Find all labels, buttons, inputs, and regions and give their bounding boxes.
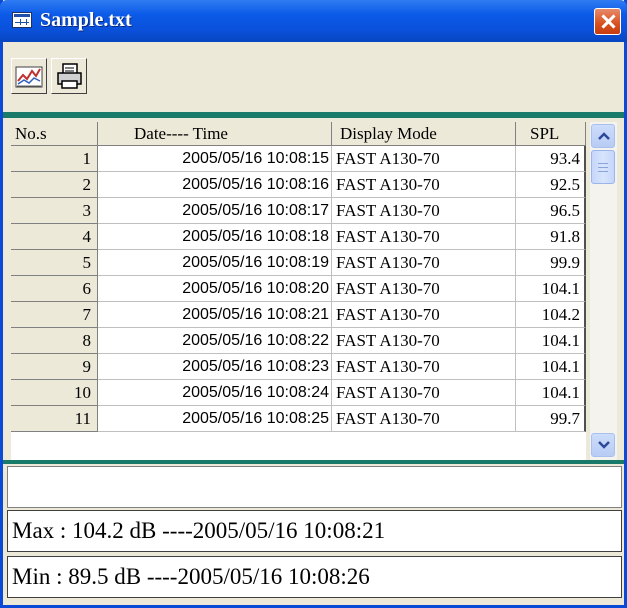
- cell-no[interactable]: 3: [11, 198, 98, 224]
- table-icon: [12, 12, 32, 28]
- cell-datetime[interactable]: 2005/05/16 10:08:23: [98, 354, 332, 380]
- cell-datetime[interactable]: 2005/05/16 10:08:21: [98, 302, 332, 328]
- cell-no[interactable]: 8: [11, 328, 98, 354]
- table-row[interactable]: 9 2005/05/16 10:08:23 FAST A130-70 104.1: [11, 354, 586, 380]
- print-button[interactable]: [51, 58, 87, 94]
- empty-info-line: [7, 466, 622, 508]
- cell-no[interactable]: 1: [11, 146, 98, 172]
- cell-spl[interactable]: 99.7: [516, 406, 586, 432]
- cell-datetime[interactable]: 2005/05/16 10:08:25: [98, 406, 332, 432]
- scroll-up-button[interactable]: [591, 124, 615, 148]
- cell-mode[interactable]: FAST A130-70: [332, 146, 516, 172]
- cell-datetime[interactable]: 2005/05/16 10:08:18: [98, 224, 332, 250]
- cell-spl[interactable]: 96.5: [516, 198, 586, 224]
- table-row[interactable]: 6 2005/05/16 10:08:20 FAST A130-70 104.1: [11, 276, 586, 302]
- column-header-spl[interactable]: SPL: [516, 122, 586, 146]
- data-grid[interactable]: No.s Date---- Time Display Mode SPL 1 200…: [11, 122, 586, 460]
- cell-spl[interactable]: 104.1: [516, 328, 586, 354]
- table-row[interactable]: 7 2005/05/16 10:08:21 FAST A130-70 104.2: [11, 302, 586, 328]
- column-header-display-mode[interactable]: Display Mode: [332, 122, 516, 146]
- toolbar: [3, 42, 624, 112]
- printer-icon: [57, 63, 82, 89]
- cell-no[interactable]: 11: [11, 406, 98, 432]
- grid-divider: [3, 460, 624, 464]
- max-value-readout: Max : 104.2 dB ----2005/05/16 10:08:21: [7, 510, 622, 552]
- close-button[interactable]: [594, 8, 621, 35]
- cell-mode[interactable]: FAST A130-70: [332, 250, 516, 276]
- cell-mode[interactable]: FAST A130-70: [332, 406, 516, 432]
- table-row[interactable]: 11 2005/05/16 10:08:25 FAST A130-70 99.7: [11, 406, 586, 432]
- cell-mode[interactable]: FAST A130-70: [332, 354, 516, 380]
- app-window: Sample.txt No.s Date---- Time Display Mo…: [0, 0, 627, 608]
- column-header-no[interactable]: No.s: [11, 122, 98, 146]
- chevron-up-icon: [598, 132, 610, 140]
- cell-no[interactable]: 7: [11, 302, 98, 328]
- cell-no[interactable]: 10: [11, 380, 98, 406]
- table-row[interactable]: 8 2005/05/16 10:08:22 FAST A130-70 104.1: [11, 328, 586, 354]
- cell-datetime[interactable]: 2005/05/16 10:08:19: [98, 250, 332, 276]
- cell-datetime[interactable]: 2005/05/16 10:08:15: [98, 146, 332, 172]
- cell-mode[interactable]: FAST A130-70: [332, 328, 516, 354]
- cell-datetime[interactable]: 2005/05/16 10:08:20: [98, 276, 332, 302]
- cell-mode[interactable]: FAST A130-70: [332, 302, 516, 328]
- cell-spl[interactable]: 91.8: [516, 224, 586, 250]
- cell-no[interactable]: 5: [11, 250, 98, 276]
- cell-no[interactable]: 9: [11, 354, 98, 380]
- cell-mode[interactable]: FAST A130-70: [332, 276, 516, 302]
- cell-datetime[interactable]: 2005/05/16 10:08:17: [98, 198, 332, 224]
- cell-mode[interactable]: FAST A130-70: [332, 380, 516, 406]
- cell-datetime[interactable]: 2005/05/16 10:08:22: [98, 328, 332, 354]
- table-row[interactable]: 10 2005/05/16 10:08:24 FAST A130-70 104.1: [11, 380, 586, 406]
- cell-spl[interactable]: 104.2: [516, 302, 586, 328]
- vertical-scrollbar[interactable]: [590, 122, 617, 460]
- cell-datetime[interactable]: 2005/05/16 10:08:16: [98, 172, 332, 198]
- cell-datetime[interactable]: 2005/05/16 10:08:24: [98, 380, 332, 406]
- table-row[interactable]: 5 2005/05/16 10:08:19 FAST A130-70 99.9: [11, 250, 586, 276]
- title-bar[interactable]: Sample.txt: [0, 0, 627, 42]
- cell-spl[interactable]: 104.1: [516, 380, 586, 406]
- cell-spl[interactable]: 104.1: [516, 276, 586, 302]
- scroll-thumb[interactable]: [591, 150, 615, 184]
- chevron-down-icon: [598, 441, 610, 449]
- cell-mode[interactable]: FAST A130-70: [332, 172, 516, 198]
- min-value-readout: Min : 89.5 dB ----2005/05/16 10:08:26: [7, 556, 622, 598]
- cell-mode[interactable]: FAST A130-70: [332, 198, 516, 224]
- cell-spl[interactable]: 92.5: [516, 172, 586, 198]
- cell-no[interactable]: 2: [11, 172, 98, 198]
- cell-no[interactable]: 4: [11, 224, 98, 250]
- chart-button[interactable]: [11, 58, 47, 94]
- scroll-down-button[interactable]: [591, 433, 615, 457]
- table-row[interactable]: 2 2005/05/16 10:08:16 FAST A130-70 92.5: [11, 172, 586, 198]
- cell-spl[interactable]: 93.4: [516, 146, 586, 172]
- cell-no[interactable]: 6: [11, 276, 98, 302]
- chart-icon: [15, 66, 43, 88]
- cell-spl[interactable]: 104.1: [516, 354, 586, 380]
- window-title: Sample.txt: [40, 9, 132, 31]
- toolbar-divider: [3, 112, 624, 118]
- cell-mode[interactable]: FAST A130-70: [332, 224, 516, 250]
- table-row[interactable]: 1 2005/05/16 10:08:15 FAST A130-70 93.4: [11, 146, 586, 172]
- table-row[interactable]: 4 2005/05/16 10:08:18 FAST A130-70 91.8: [11, 224, 586, 250]
- cell-spl[interactable]: 99.9: [516, 250, 586, 276]
- column-header-datetime[interactable]: Date---- Time: [98, 122, 332, 146]
- table-row[interactable]: 3 2005/05/16 10:08:17 FAST A130-70 96.5: [11, 198, 586, 224]
